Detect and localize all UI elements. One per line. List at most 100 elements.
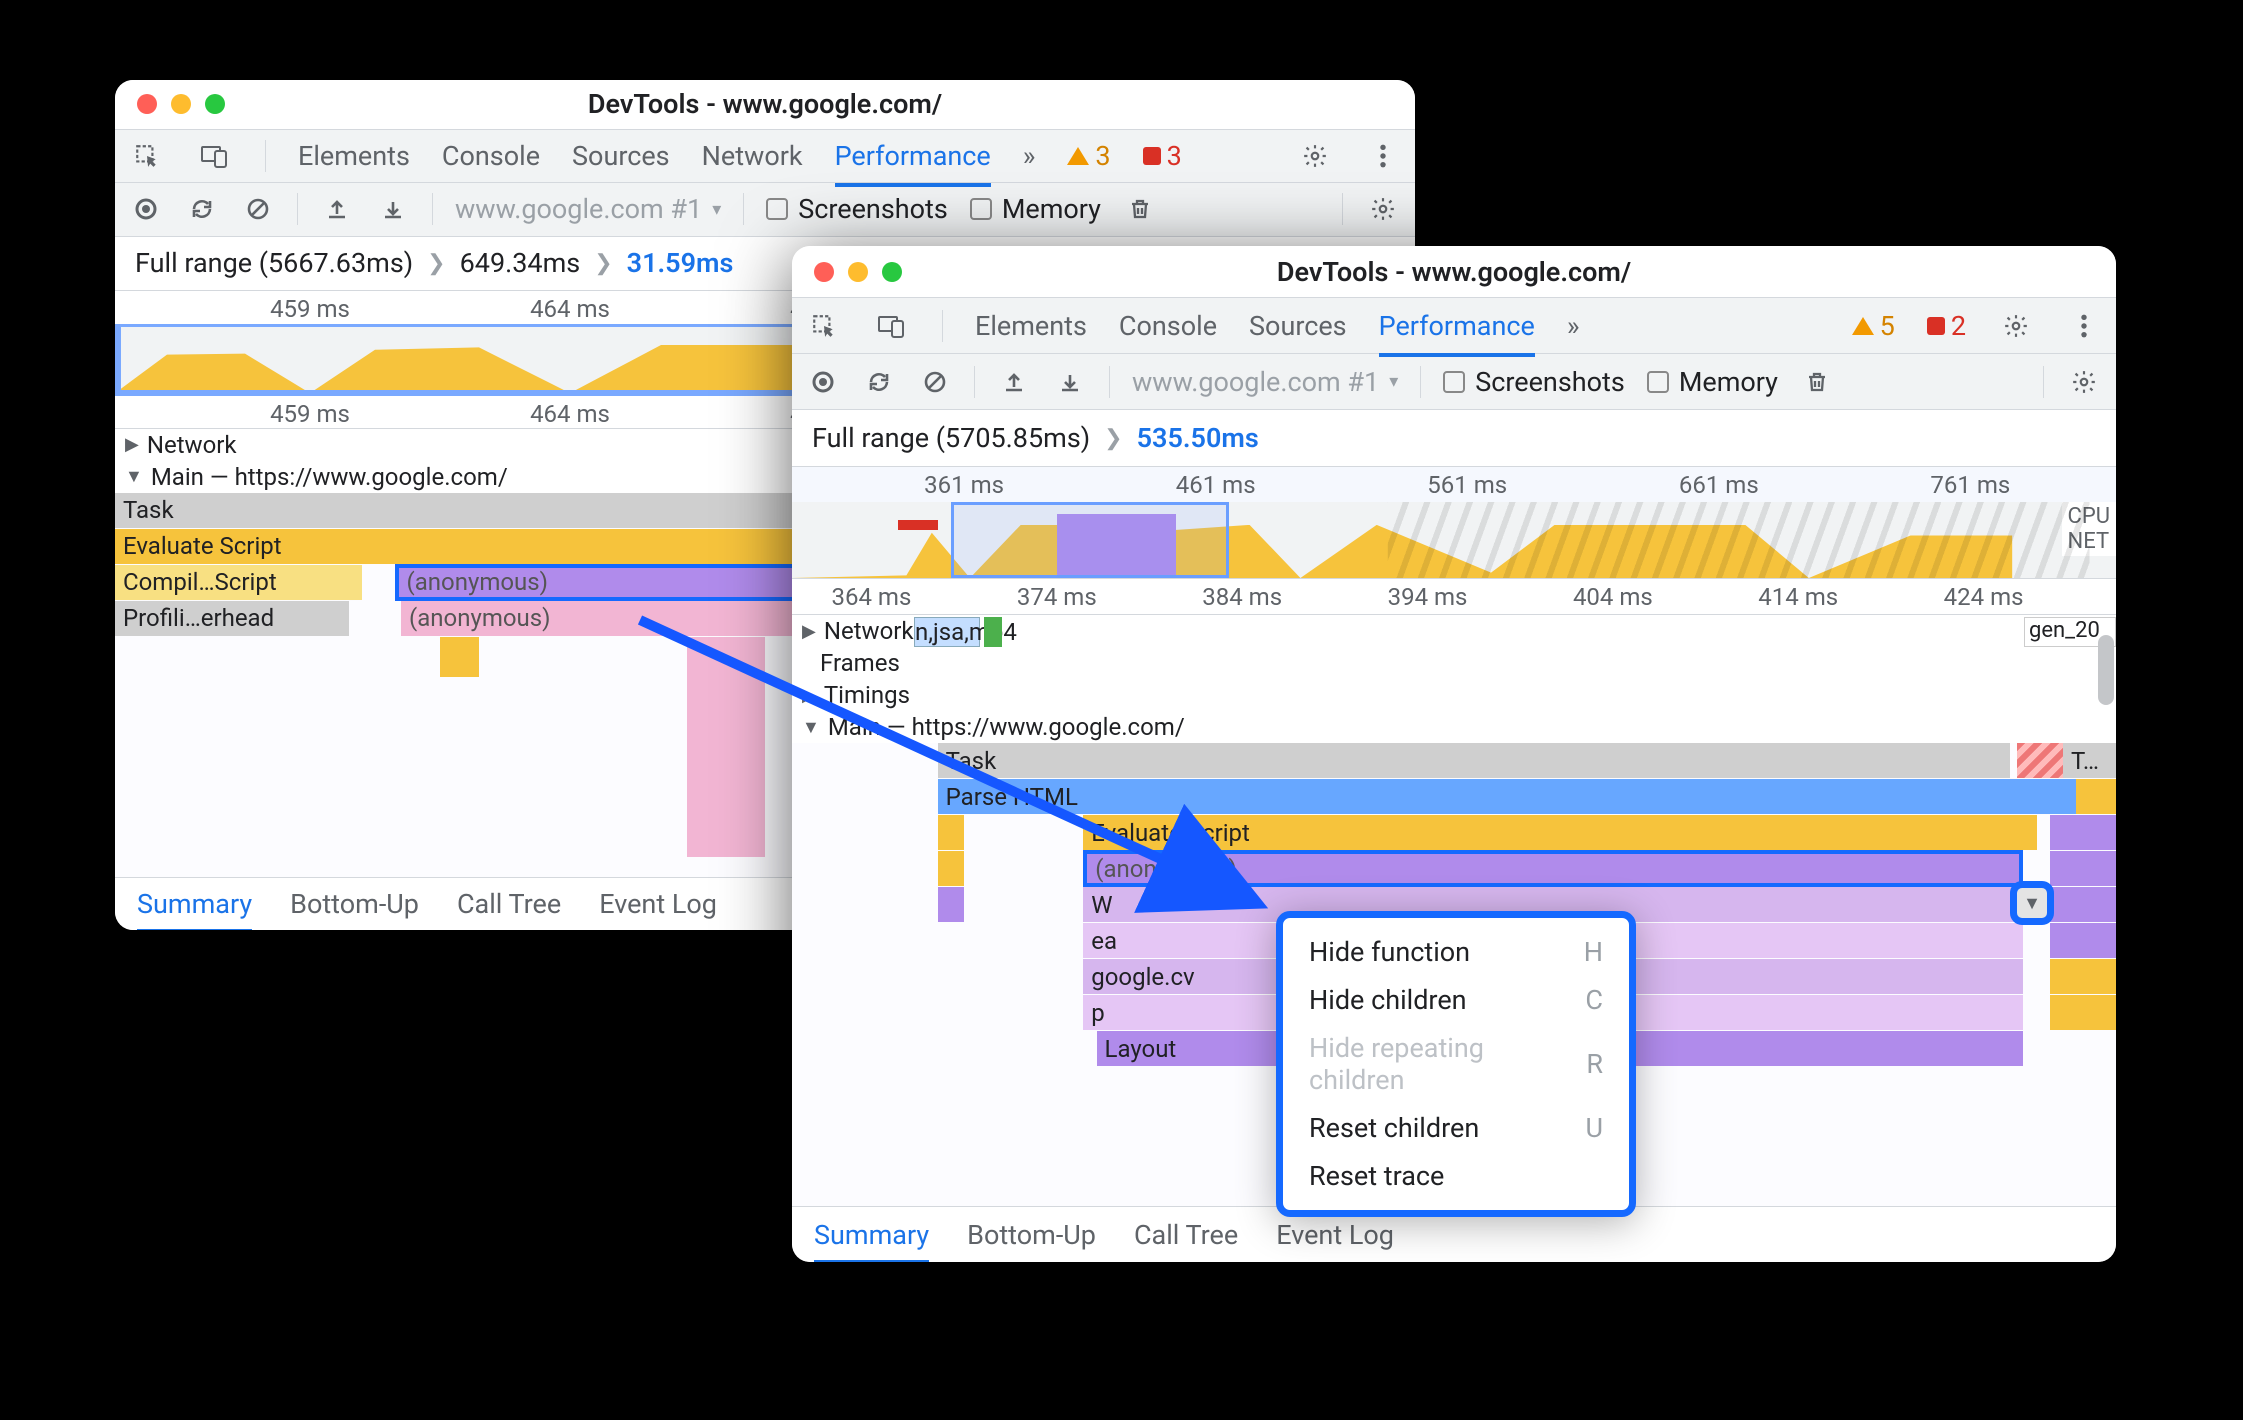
chevron-right-icon: ❯ [1104, 426, 1122, 451]
btab-bottomup[interactable]: Bottom-Up [290, 888, 419, 920]
menu-reset-trace[interactable]: Reset trace [1283, 1152, 1629, 1200]
separator [297, 193, 298, 225]
warning-badge[interactable]: 3 [1067, 140, 1110, 172]
btab-eventlog[interactable]: Event Log [1276, 1219, 1394, 1251]
annotation-arrow [630, 600, 1290, 930]
tab-more[interactable]: » [1567, 310, 1580, 342]
tab-elements[interactable]: Elements [298, 140, 410, 172]
traffic-lights [814, 246, 902, 297]
target-dropdown[interactable]: www.google.com #1▾ [455, 193, 721, 225]
clear-icon[interactable] [241, 192, 275, 226]
tab-console[interactable]: Console [442, 140, 540, 172]
tab-performance[interactable]: Performance [1379, 310, 1535, 342]
tab-sources[interactable]: Sources [572, 140, 670, 172]
record-icon[interactable] [806, 365, 840, 399]
trash-icon[interactable] [1800, 365, 1834, 399]
perf-settings-icon[interactable] [2066, 364, 2102, 400]
error-badge[interactable]: 2 [1927, 310, 1966, 342]
scrollbar-thumb[interactable] [2098, 635, 2114, 705]
device-toggle-icon[interactable] [197, 138, 233, 174]
more-menu-icon[interactable] [2066, 308, 2102, 344]
memory-checkbox[interactable]: Memory [970, 193, 1101, 225]
separator [265, 140, 266, 172]
overview[interactable]: CPUNET [792, 502, 2116, 578]
context-menu: Hide functionH Hide childrenC Hide repea… [1276, 911, 1636, 1217]
maximize-icon[interactable] [882, 262, 902, 282]
flame-small[interactable] [2050, 815, 2116, 850]
error-badge[interactable]: 3 [1143, 140, 1182, 172]
perf-settings-icon[interactable] [1365, 191, 1401, 227]
upload-icon[interactable] [320, 192, 354, 226]
btab-calltree[interactable]: Call Tree [1134, 1219, 1238, 1251]
target-dropdown[interactable]: www.google.com #1▾ [1132, 366, 1398, 398]
inspect-icon[interactable] [806, 308, 842, 344]
crumb-mid[interactable]: 649.34ms [460, 247, 581, 279]
btab-bottomup[interactable]: Bottom-Up [967, 1219, 1096, 1251]
close-icon[interactable] [814, 262, 834, 282]
separator [942, 310, 943, 342]
flame-small[interactable] [2076, 779, 2116, 814]
clear-icon[interactable] [918, 365, 952, 399]
btab-summary[interactable]: Summary [137, 888, 252, 920]
crumb-selected[interactable]: 31.59ms [627, 247, 734, 279]
memory-checkbox[interactable]: Memory [1647, 366, 1778, 398]
panel-tabbar: Elements Console Sources Performance » 5… [792, 298, 2116, 354]
breadcrumbs: Full range (5705.85ms) ❯ 535.50ms [792, 410, 2116, 466]
settings-icon[interactable] [1998, 308, 2034, 344]
tab-more[interactable]: » [1023, 140, 1036, 172]
perf-toolbar: www.google.com #1▾ Screenshots Memory [792, 354, 2116, 410]
warning-badge[interactable]: 5 [1852, 310, 1895, 342]
panel-tabbar: Elements Console Sources Network Perform… [115, 130, 1415, 183]
screenshots-checkbox[interactable]: Screenshots [1443, 366, 1625, 398]
tab-elements[interactable]: Elements [975, 310, 1087, 342]
separator [974, 366, 975, 398]
crumb-full-range[interactable]: Full range (5705.85ms) [812, 422, 1090, 454]
menu-reset-children[interactable]: Reset childrenU [1283, 1104, 1629, 1152]
more-menu-icon[interactable] [1365, 138, 1401, 174]
separator [743, 193, 744, 225]
btab-calltree[interactable]: Call Tree [457, 888, 561, 920]
record-icon[interactable] [129, 192, 163, 226]
flame-small[interactable] [2050, 959, 2116, 994]
entry-dropdown-button[interactable]: ▼ [2010, 881, 2054, 925]
tab-console[interactable]: Console [1119, 310, 1217, 342]
btab-summary[interactable]: Summary [814, 1219, 929, 1251]
tab-performance[interactable]: Performance [835, 140, 991, 172]
separator [432, 193, 433, 225]
traffic-lights [137, 80, 225, 129]
settings-icon[interactable] [1297, 138, 1333, 174]
tab-sources[interactable]: Sources [1249, 310, 1347, 342]
menu-hide-repeating-children: Hide repeating childrenR [1283, 1024, 1629, 1104]
download-icon[interactable] [1053, 365, 1087, 399]
menu-hide-function[interactable]: Hide functionH [1283, 928, 1629, 976]
titlebar: DevTools - www.google.com/ [792, 246, 2116, 298]
flame-small[interactable] [2050, 851, 2116, 886]
maximize-icon[interactable] [205, 94, 225, 114]
close-icon[interactable] [137, 94, 157, 114]
flame-small[interactable] [2050, 923, 2116, 958]
download-icon[interactable] [376, 192, 410, 226]
screenshots-checkbox[interactable]: Screenshots [766, 193, 948, 225]
flame-task-2[interactable]: T… [2063, 743, 2116, 778]
flame-compile-script[interactable]: Compil…Script [115, 565, 362, 600]
chevron-right-icon: ❯ [594, 251, 612, 276]
overview-ticks: 361 ms 461 ms 561 ms 661 ms 761 ms [792, 466, 2116, 502]
minimize-icon[interactable] [171, 94, 191, 114]
upload-icon[interactable] [997, 365, 1031, 399]
reload-icon[interactable] [185, 192, 219, 226]
tab-network[interactable]: Network [702, 140, 803, 172]
separator [2043, 366, 2044, 398]
crumb-selected[interactable]: 535.50ms [1137, 422, 1259, 454]
device-toggle-icon[interactable] [874, 308, 910, 344]
minimize-icon[interactable] [848, 262, 868, 282]
flame-small[interactable] [2050, 995, 2116, 1030]
crumb-full-range[interactable]: Full range (5667.63ms) [135, 247, 413, 279]
separator [1109, 366, 1110, 398]
inspect-icon[interactable] [129, 138, 165, 174]
window-title: DevTools - www.google.com/ [115, 88, 1415, 120]
flame-small[interactable] [2050, 887, 2116, 922]
trash-icon[interactable] [1123, 192, 1157, 226]
menu-hide-children[interactable]: Hide childrenC [1283, 976, 1629, 1024]
reload-icon[interactable] [862, 365, 896, 399]
flame-profiler-overhead[interactable]: Profili…erhead [115, 601, 349, 636]
